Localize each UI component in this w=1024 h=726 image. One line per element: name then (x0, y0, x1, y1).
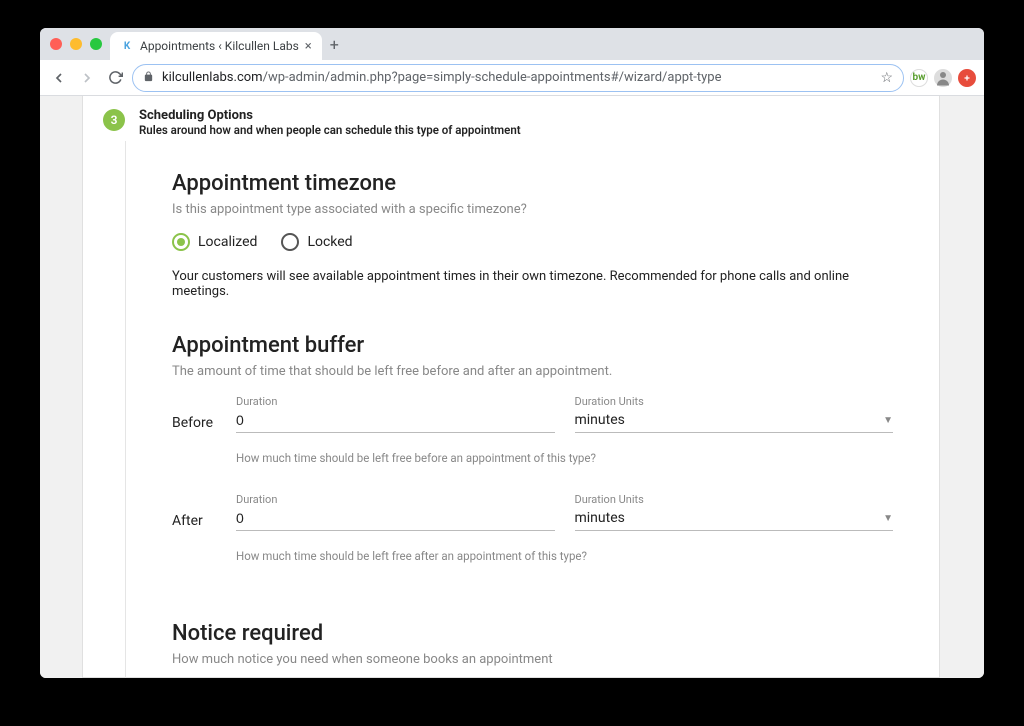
url-path: /wp-admin/admin.php?page=simply-schedule… (263, 70, 722, 85)
field-label: Duration Units (575, 493, 894, 506)
extension-bw-icon[interactable]: bw (910, 69, 928, 87)
buffer-before-units-field: Duration Units minutes ▼ (575, 395, 894, 433)
buffer-after-block: After Duration Duration Units minutes ▼ (172, 493, 893, 563)
buffer-before-units-select[interactable]: minutes ▼ (575, 408, 894, 433)
field-label: Duration (236, 395, 555, 408)
back-button[interactable] (48, 67, 70, 89)
address-bar[interactable]: kilcullenlabs.com/wp-admin/admin.php?pag… (132, 64, 904, 92)
minimize-window-icon[interactable] (70, 38, 82, 50)
buffer-after-duration-field: Duration (236, 493, 555, 531)
chevron-down-icon: ▼ (883, 513, 893, 524)
field-label: Duration Units (575, 395, 894, 408)
extension-red-icon[interactable] (958, 69, 976, 87)
section-buffer: Appointment buffer The amount of time th… (172, 303, 893, 563)
timezone-radio-localized[interactable]: Localized (172, 233, 257, 251)
wizard-subtitle: Rules around how and when people can sch… (139, 123, 521, 137)
section-notice: Notice required How much notice you need… (172, 591, 893, 678)
radio-icon (281, 233, 299, 251)
close-window-icon[interactable] (50, 38, 62, 50)
browser-tab[interactable]: K Appointments ‹ Kilcullen Labs × (110, 32, 322, 60)
timezone-radio-locked[interactable]: Locked (281, 233, 352, 251)
buffer-before-block: Before Duration Duration Units minutes ▼ (172, 395, 893, 465)
buffer-after-hint: How much time should be left free after … (236, 549, 893, 563)
browser-window: K Appointments ‹ Kilcullen Labs × + kilc… (40, 28, 984, 678)
forward-button[interactable] (76, 67, 98, 89)
radio-icon (172, 233, 190, 251)
url-text: kilcullenlabs.com/wp-admin/admin.php?pag… (162, 70, 872, 85)
select-value: minutes (575, 510, 625, 526)
bookmark-star-icon[interactable]: ☆ (880, 70, 893, 86)
reload-button[interactable] (104, 67, 126, 89)
radio-label: Locked (307, 234, 352, 250)
wizard-step-header: 3 Scheduling Options Rules around how an… (83, 96, 939, 141)
new-tab-button[interactable]: + (330, 35, 339, 54)
wizard-title: Scheduling Options (139, 108, 521, 123)
close-tab-icon[interactable]: × (305, 39, 312, 54)
select-value: minutes (575, 412, 625, 428)
url-domain: kilcullenlabs.com (162, 70, 263, 85)
buffer-heading: Appointment buffer (172, 333, 893, 358)
buffer-before-row: Before Duration Duration Units minutes ▼ (172, 395, 893, 433)
browser-toolbar: kilcullenlabs.com/wp-admin/admin.php?pag… (40, 60, 984, 96)
buffer-before-duration-input[interactable] (236, 408, 555, 433)
buffer-subheading: The amount of time that should be left f… (172, 364, 893, 379)
tab-title: Appointments ‹ Kilcullen Labs (140, 39, 299, 53)
chevron-down-icon: ▼ (883, 415, 893, 426)
buffer-after-duration-input[interactable] (236, 506, 555, 531)
profile-avatar-icon[interactable] (934, 69, 952, 87)
tab-favicon: K (120, 39, 134, 53)
timezone-heading: Appointment timezone (172, 171, 893, 196)
buffer-after-label: After (172, 513, 216, 531)
buffer-after-row: After Duration Duration Units minutes ▼ (172, 493, 893, 531)
timezone-subheading: Is this appointment type associated with… (172, 202, 893, 217)
buffer-before-duration-field: Duration (236, 395, 555, 433)
buffer-after-units-field: Duration Units minutes ▼ (575, 493, 894, 531)
maximize-window-icon[interactable] (90, 38, 102, 50)
buffer-before-label: Before (172, 415, 216, 433)
tab-strip: K Appointments ‹ Kilcullen Labs × + (40, 28, 984, 60)
field-label: Duration (236, 493, 555, 506)
notice-subheading: How much notice you need when someone bo… (172, 652, 893, 667)
wizard-content: Appointment timezone Is this appointment… (125, 141, 939, 678)
section-timezone: Appointment timezone Is this appointment… (172, 141, 893, 299)
window-controls (50, 38, 102, 50)
page-viewport: 3 Scheduling Options Rules around how an… (40, 96, 984, 678)
lock-icon (143, 71, 154, 85)
timezone-description: Your customers will see available appoin… (172, 269, 893, 299)
page-card: 3 Scheduling Options Rules around how an… (82, 96, 940, 678)
buffer-before-hint: How much time should be left free before… (236, 451, 893, 465)
radio-label: Localized (198, 234, 257, 250)
step-number-badge: 3 (103, 109, 125, 131)
buffer-after-units-select[interactable]: minutes ▼ (575, 506, 894, 531)
timezone-radio-group: Localized Locked (172, 233, 893, 251)
notice-heading: Notice required (172, 621, 893, 646)
